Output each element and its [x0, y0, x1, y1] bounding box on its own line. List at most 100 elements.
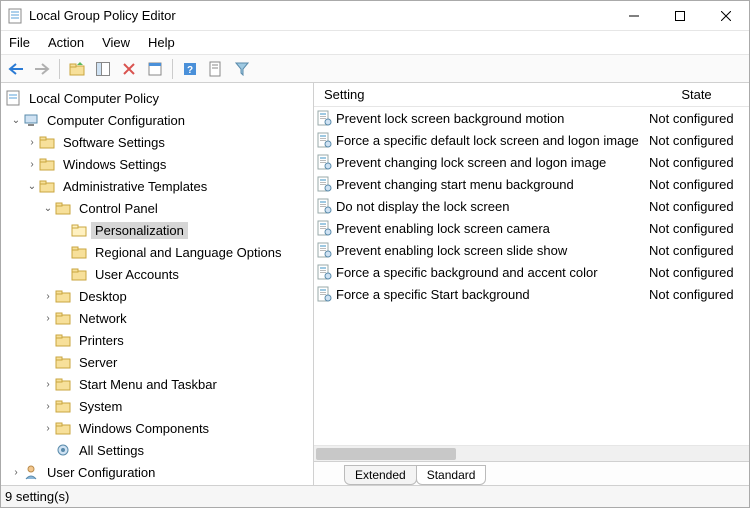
expand-icon[interactable]: › [25, 157, 39, 171]
list-item[interactable]: Force a specific default lock screen and… [314, 129, 749, 151]
tree-printers[interactable]: Printers [1, 329, 313, 351]
tree-windows-settings[interactable]: › Windows Settings [1, 153, 313, 175]
list-item-state: Not configured [649, 111, 749, 126]
list-item[interactable]: Prevent enabling lock screen cameraNot c… [314, 217, 749, 239]
header-state[interactable]: State [644, 87, 749, 102]
tree-label: Start Menu and Taskbar [75, 376, 221, 393]
settings-list: Prevent lock screen background motionNot… [314, 107, 749, 445]
status-bar: 9 setting(s) [1, 485, 749, 507]
policy-item-icon [316, 242, 332, 258]
list-item[interactable]: Prevent enabling lock screen slide showN… [314, 239, 749, 261]
tree-admin-templates[interactable]: ⌄Administrative Templates [1, 175, 313, 197]
collapse-icon[interactable]: ⌄ [41, 201, 55, 215]
delete-button[interactable] [118, 58, 140, 80]
toolbar-separator [59, 59, 60, 79]
policy-item-icon [316, 220, 332, 236]
app-icon [7, 8, 23, 24]
collapse-icon[interactable]: ⌄ [9, 113, 23, 127]
tree-root[interactable]: Local Computer Policy [1, 87, 313, 109]
tree-windows-components[interactable]: › Windows Components [1, 417, 313, 439]
tree-user-config[interactable]: › User Configuration [1, 461, 313, 483]
expand-icon[interactable]: › [41, 421, 55, 435]
tree-label: Windows Settings [59, 156, 170, 173]
policy-item-icon [316, 154, 332, 170]
tree-label: System [75, 398, 126, 415]
folder-icon [39, 134, 55, 150]
tree-software-settings[interactable]: ›Software Settings [1, 131, 313, 153]
tree-network[interactable]: › Network [1, 307, 313, 329]
horizontal-scrollbar[interactable] [314, 445, 749, 461]
tree-control-panel[interactable]: ⌄Control Panel [1, 197, 313, 219]
menubar: File Action View Help [1, 31, 749, 55]
status-text: 9 setting(s) [5, 489, 69, 504]
menu-file[interactable]: File [7, 33, 32, 52]
tree-desktop[interactable]: › Desktop [1, 285, 313, 307]
tree-startmenu[interactable]: › Start Menu and Taskbar [1, 373, 313, 395]
list-item[interactable]: Do not display the lock screenNot config… [314, 195, 749, 217]
menu-view[interactable]: View [100, 33, 132, 52]
titlebar: Local Group Policy Editor [1, 1, 749, 31]
collapse-icon[interactable]: ⌄ [25, 179, 39, 193]
back-button[interactable] [5, 58, 27, 80]
list-item[interactable]: Prevent changing lock screen and logon i… [314, 151, 749, 173]
tree-label: Desktop [75, 288, 131, 305]
tree-label: Regional and Language Options [91, 244, 285, 261]
list-item[interactable]: Force a specific Start backgroundNot con… [314, 283, 749, 305]
list-item[interactable]: Prevent changing start menu backgroundNo… [314, 173, 749, 195]
filter-button[interactable] [231, 58, 253, 80]
list-item-state: Not configured [649, 221, 749, 236]
list-item-name: Force a specific background and accent c… [336, 265, 649, 280]
expand-icon[interactable]: › [41, 399, 55, 413]
export-button[interactable] [205, 58, 227, 80]
expand-icon[interactable]: › [9, 465, 23, 479]
show-hide-tree-button[interactable] [92, 58, 114, 80]
tree-label: Personalization [91, 222, 188, 239]
expand-icon[interactable]: › [25, 135, 39, 149]
help-button[interactable]: ? [179, 58, 201, 80]
minimize-button[interactable] [611, 1, 657, 30]
menu-help[interactable]: Help [146, 33, 177, 52]
tree-computer-config[interactable]: ⌄ Computer Configuration [1, 109, 313, 131]
folder-icon [55, 354, 71, 370]
tree-label: Printers [75, 332, 128, 349]
folder-icon [55, 288, 71, 304]
folder-icon [71, 266, 87, 282]
toolbar: ? [1, 55, 749, 83]
policy-item-icon [316, 110, 332, 126]
menu-action[interactable]: Action [46, 33, 86, 52]
header-setting[interactable]: Setting [314, 87, 644, 102]
list-item[interactable]: Prevent lock screen background motionNot… [314, 107, 749, 129]
properties-button[interactable] [144, 58, 166, 80]
list-item[interactable]: Force a specific background and accent c… [314, 261, 749, 283]
expand-icon[interactable]: › [41, 377, 55, 391]
policy-icon [5, 90, 21, 106]
tree-all-settings[interactable]: All Settings [1, 439, 313, 461]
list-item-state: Not configured [649, 155, 749, 170]
details-panel: Setting State Prevent lock screen backgr… [314, 83, 749, 485]
maximize-button[interactable] [657, 1, 703, 30]
scroll-thumb[interactable] [316, 448, 456, 460]
tree-system[interactable]: › System [1, 395, 313, 417]
tree-label: Network [75, 310, 131, 327]
tree-server[interactable]: Server [1, 351, 313, 373]
up-button[interactable] [66, 58, 88, 80]
tree-regional[interactable]: Regional and Language Options [1, 241, 313, 263]
expand-icon[interactable]: › [41, 311, 55, 325]
toolbar-separator [172, 59, 173, 79]
tab-standard[interactable]: Standard [416, 465, 487, 485]
list-item-name: Force a specific Start background [336, 287, 649, 302]
close-button[interactable] [703, 1, 749, 30]
tree-label: Server [75, 354, 121, 371]
forward-button[interactable] [31, 58, 53, 80]
folder-icon [39, 156, 55, 172]
settings-icon [55, 442, 71, 458]
tree-label: Local Computer Policy [25, 90, 163, 107]
list-item-state: Not configured [649, 287, 749, 302]
tree-user-accounts[interactable]: User Accounts [1, 263, 313, 285]
tree-personalization[interactable]: Personalization [1, 219, 313, 241]
folder-icon [55, 332, 71, 348]
folder-icon [55, 376, 71, 392]
tab-extended[interactable]: Extended [344, 465, 417, 485]
expand-icon[interactable]: › [41, 289, 55, 303]
tree-label: Windows Components [75, 420, 213, 437]
